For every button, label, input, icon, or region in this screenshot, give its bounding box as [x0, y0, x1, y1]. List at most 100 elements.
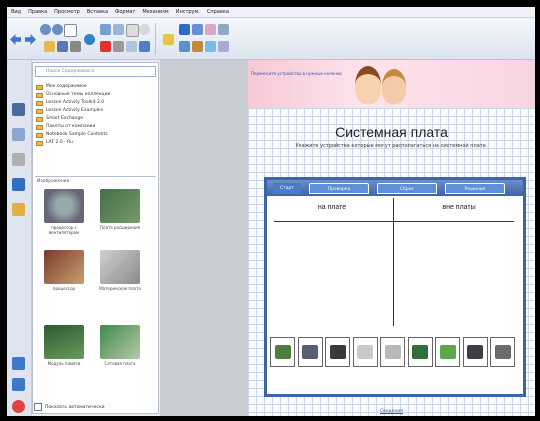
gallery-item[interactable]: Плата расширения: [95, 189, 145, 241]
tree-item-label: Notebook Sample Contents: [46, 132, 108, 137]
shape-icon[interactable]: [179, 41, 190, 52]
tree-item[interactable]: Основные темы коллекции: [36, 91, 156, 99]
column-off-board-heading: вне платы: [442, 204, 476, 211]
content-browser: Поиск Содержимого Мое содержимое Основны…: [32, 62, 159, 414]
delete-icon[interactable]: [100, 41, 111, 52]
gallery-item-caption: Модуль памяти: [47, 361, 81, 366]
auto-show-checkbox[interactable]: Показать автоматически: [34, 403, 105, 411]
pen-icon[interactable]: [163, 34, 174, 45]
gallery-item-caption: Материнская плата: [99, 286, 141, 291]
page-icon[interactable]: [64, 24, 77, 37]
font-icon[interactable]: [192, 41, 203, 52]
select-arrow-icon[interactable]: [179, 24, 190, 35]
gallery-item[interactable]: процессор с вентилятором: [39, 189, 89, 241]
camera-icon[interactable]: [113, 41, 124, 52]
page-title: Системная плата: [335, 124, 448, 140]
page-sorter-icon[interactable]: [12, 103, 25, 116]
line-icon[interactable]: [218, 24, 229, 35]
back-arrow-icon[interactable]: [10, 34, 21, 45]
screen-icon[interactable]: [100, 24, 111, 35]
menu-item-format[interactable]: Формат: [115, 9, 135, 15]
menu-item-tools2[interactable]: Инструм.: [176, 9, 200, 15]
tree-item[interactable]: Lesson Activity Toolkit 2.0: [36, 99, 156, 107]
right-arrow-icon[interactable]: [12, 378, 25, 391]
attachments-icon[interactable]: [12, 153, 25, 166]
text-icon[interactable]: [126, 24, 139, 37]
left-arrow-icon[interactable]: [12, 357, 25, 370]
folder-icon: [36, 100, 43, 106]
footer-link[interactable]: Сведения: [248, 409, 535, 414]
properties-tab-icon[interactable]: [12, 178, 25, 191]
undo-icon[interactable]: [40, 24, 51, 35]
help-icon[interactable]: [12, 400, 25, 413]
gallery-item[interactable]: Материнская плата: [95, 250, 145, 302]
check-button[interactable]: Проверка: [309, 183, 369, 194]
tree-item[interactable]: Notebook Sample Contents: [36, 131, 156, 139]
kid-image: [382, 69, 406, 104]
eraser-icon[interactable]: [205, 24, 216, 35]
zoom-icon[interactable]: [139, 24, 150, 35]
draggable-part-slot[interactable]: [352, 337, 378, 367]
banner-link[interactable]: Перенесите устройства в нужные колонки: [251, 71, 342, 76]
workspace-gutter: [160, 60, 248, 416]
tree-item-label: LAT 2.0 - Ru: [46, 140, 73, 145]
forward-arrow-icon[interactable]: [25, 34, 36, 45]
menu-item-tools[interactable]: Механизм: [142, 9, 168, 15]
menu-item-insert[interactable]: Вставка: [87, 9, 108, 15]
draggable-part-slot[interactable]: [297, 337, 323, 367]
tree-item[interactable]: Мое содержимое: [36, 83, 156, 91]
draggable-part-slot[interactable]: [462, 337, 488, 367]
network-card-image: [100, 325, 140, 359]
gallery-search-input[interactable]: Поиск Содержимого: [35, 66, 156, 77]
tree-item-label: Пакеты от компании: [46, 124, 96, 129]
menu-item-preview[interactable]: Просмотр: [54, 9, 80, 15]
draggable-part-slot[interactable]: [380, 337, 405, 367]
addons-icon[interactable]: [12, 203, 25, 216]
draggable-part-slot[interactable]: [270, 337, 295, 367]
menu-item-edit[interactable]: Правка: [28, 9, 47, 15]
gallery-item-caption: Сетевая плата: [104, 361, 136, 366]
start-button[interactable]: Старт: [273, 183, 301, 194]
folder-icon: [36, 124, 43, 130]
draggable-part-slot[interactable]: [490, 337, 515, 367]
redo-icon[interactable]: [52, 24, 63, 35]
gallery-item[interactable]: Сетевая плата: [95, 325, 145, 377]
side-panel: Поиск Содержимого Мое содержимое Основны…: [7, 60, 160, 416]
notebook-page[interactable]: Перенесите устройства в нужные колонки С…: [248, 60, 535, 416]
highlighter-icon[interactable]: [192, 24, 203, 35]
tree-item[interactable]: LAT 2.0 - Ru: [36, 139, 156, 147]
gallery-item[interactable]: Модуль памяти: [39, 325, 89, 377]
draggable-part-slot[interactable]: [325, 337, 350, 367]
open-folder-icon[interactable]: [44, 41, 55, 52]
hardware-part-image: [302, 345, 318, 359]
gallery-title: Изображения: [37, 179, 70, 184]
menu-item-view[interactable]: Вид: [11, 9, 21, 15]
grid-icon[interactable]: [126, 41, 137, 52]
draggable-part-slot[interactable]: [407, 337, 433, 367]
globe-icon[interactable]: [84, 34, 95, 45]
gallery-tree: Мое содержимое Основные темы коллекции L…: [36, 83, 156, 147]
checkbox-box[interactable]: [34, 403, 42, 411]
menu-bar: Вид Правка Просмотр Вставка Формат Механ…: [7, 7, 535, 18]
table-icon[interactable]: [113, 24, 124, 35]
sorting-activity: Старт Проверка Сброс Решение на плате вн…: [264, 177, 526, 397]
reset-button[interactable]: Сброс: [377, 183, 437, 194]
solution-button[interactable]: Решение: [445, 183, 505, 194]
tree-item[interactable]: Smart Exchange: [36, 115, 156, 123]
gallery-item-caption: процессор с вентилятором: [48, 225, 80, 235]
menu-item-help[interactable]: Справка: [207, 9, 229, 15]
properties-icon[interactable]: [218, 41, 229, 52]
layout-icon[interactable]: [139, 41, 150, 52]
print-icon[interactable]: [70, 41, 81, 52]
tree-item[interactable]: Пакеты от компании: [36, 123, 156, 131]
gallery-icon[interactable]: [12, 128, 25, 141]
gallery-item-caption: процессор: [52, 286, 76, 291]
gallery-item[interactable]: процессор: [39, 250, 89, 302]
tree-item-label: Lesson Activity Toolkit 2.0: [46, 100, 105, 105]
draggable-part-slot[interactable]: [435, 337, 460, 367]
save-icon[interactable]: [57, 41, 68, 52]
fill-icon[interactable]: [205, 41, 216, 52]
hardware-part-image: [357, 345, 373, 359]
toolbar: [7, 19, 535, 60]
tree-item[interactable]: Lesson Activity Examples: [36, 107, 156, 115]
